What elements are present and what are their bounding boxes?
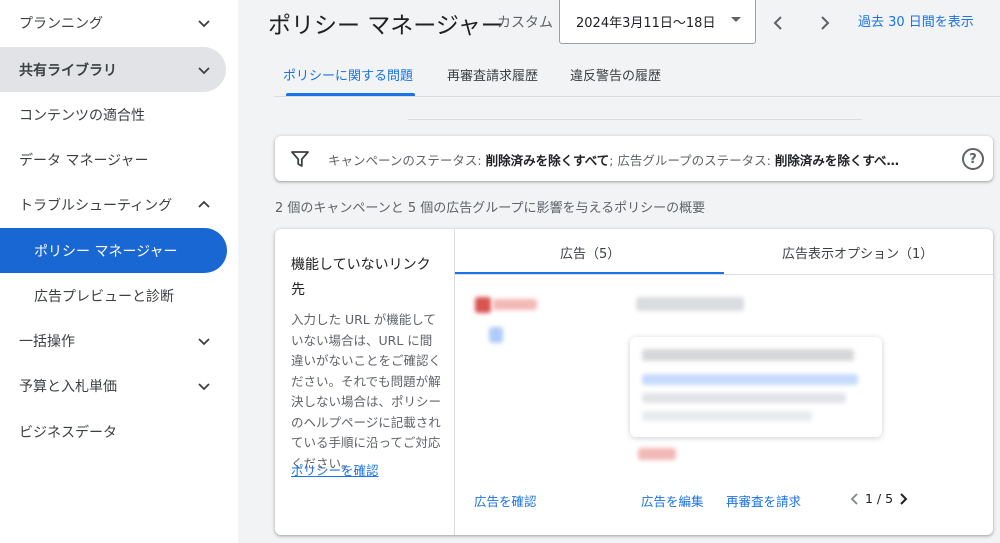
sidebar-item-label: トラブルシューティング <box>19 197 173 214</box>
blurred-content <box>475 297 491 313</box>
blurred-content <box>642 393 846 403</box>
sidebar-item-label: 広告プレビューと診断 <box>34 288 174 305</box>
policy-issue-card: 機能していないリンク先 入力した URL が機能していない場合は、URL に間違… <box>275 229 993 535</box>
main-content: ポリシー マネージャー カスタム 2024年3月11日〜18日 過去 30 日間… <box>238 0 1000 543</box>
issue-description: 入力した URL が機能していない場合は、URL に間違いがないことをご確認くだ… <box>291 312 442 471</box>
page-indicator: 1 / 5 <box>865 491 894 506</box>
view-policy-link[interactable]: ポリシーを確認 <box>291 460 379 479</box>
view-ad-link[interactable]: 広告を確認 <box>474 491 537 510</box>
issue-details: 機能していないリンク先 入力した URL が機能していない場合は、URL に間違… <box>275 229 454 535</box>
sidebar-item-label: ポリシー マネージャー <box>34 243 178 260</box>
blurred-content <box>636 297 744 311</box>
sidebar-item-planning[interactable]: プランニング <box>0 0 226 45</box>
blurred-content <box>493 299 537 310</box>
chevron-up-icon <box>198 200 210 208</box>
previous-period-button[interactable] <box>767 11 791 35</box>
blurred-content <box>638 448 676 460</box>
sidebar-item-label: 予算と入札単価 <box>19 378 117 395</box>
chevron-down-icon <box>198 20 210 28</box>
blurred-content <box>642 349 854 361</box>
chevron-right-icon[interactable] <box>897 492 909 506</box>
tab-strike-history[interactable]: 違反警告の履歴 <box>570 65 661 84</box>
blurred-content <box>642 411 812 421</box>
tabs-divider <box>274 96 1000 97</box>
sidebar-item-bulk-actions[interactable]: 一括操作 <box>0 318 226 363</box>
date-range-type-label: カスタム <box>497 15 553 31</box>
filter-summary: キャンペーンのステータス: 削除済みを除くすべて; 広告グループのステータス: … <box>328 153 900 168</box>
tab-ad-extensions[interactable]: 広告表示オプション（1） <box>782 243 933 262</box>
tab-appeal-history[interactable]: 再審査請求履歴 <box>447 65 538 84</box>
sidebar-item-troubleshooting[interactable]: トラブルシューティング <box>0 182 226 227</box>
sidebar-item-business-data[interactable]: ビジネスデータ <box>0 409 226 454</box>
view-past-30-days-link[interactable]: 過去 30 日間を表示 <box>858 11 974 30</box>
tabs-divider <box>455 274 993 275</box>
chevron-down-icon <box>198 338 210 346</box>
chevron-down-icon <box>198 383 210 391</box>
issue-title: 機能していないリンク先 <box>291 257 431 298</box>
request-review-link[interactable]: 再審査を請求 <box>726 491 801 510</box>
edit-ad-link[interactable]: 広告を編集 <box>641 491 704 510</box>
ad-preview-card <box>630 337 882 437</box>
divider <box>408 119 862 120</box>
chevron-left-icon <box>773 16 782 30</box>
sidebar-item-label: コンテンツの適合性 <box>19 107 145 124</box>
sidebar-item-label: 共有ライブラリ <box>19 62 117 79</box>
sidebar-item-ad-preview[interactable]: 広告プレビューと診断 <box>0 273 226 318</box>
next-period-button[interactable] <box>812 11 836 35</box>
sidebar-item-label: ビジネスデータ <box>19 424 117 441</box>
sidebar-item-content-suitability[interactable]: コンテンツの適合性 <box>0 92 226 137</box>
blurred-content <box>489 327 503 343</box>
sidebar-item-label: 一括操作 <box>19 333 75 350</box>
chevron-left-icon[interactable] <box>849 492 861 506</box>
pagination: 1 / 5 <box>849 491 909 506</box>
filter-bar[interactable]: キャンペーンのステータス: 削除済みを除くすべて; 広告グループのステータス: … <box>275 136 993 181</box>
filter-icon <box>291 151 309 167</box>
tab-ads[interactable]: 広告（5） <box>560 243 620 262</box>
sidebar-item-label: データ マネージャー <box>19 152 149 169</box>
sidebar-item-label: プランニング <box>19 15 103 32</box>
sidebar-item-shared-library[interactable]: 共有ライブラリ <box>0 47 226 92</box>
help-icon[interactable]: ? <box>962 148 984 170</box>
page-title: ポリシー マネージャー <box>268 13 504 39</box>
sidebar-item-data-manager[interactable]: データ マネージャー <box>0 137 226 182</box>
chevron-down-icon <box>198 67 210 75</box>
chevron-right-icon <box>821 16 830 30</box>
dropdown-arrow-icon <box>731 17 741 22</box>
tab-policy-issues[interactable]: ポリシーに関する問題 <box>283 65 413 84</box>
sidebar-item-policy-manager[interactable]: ポリシー マネージャー <box>0 228 227 273</box>
sidebar-item-budgets-bids[interactable]: 予算と入札単価 <box>0 363 226 408</box>
blurred-content <box>642 374 858 385</box>
policy-summary-text: 2 個のキャンペーンと 5 個の広告グループに影響を与えるポリシーの概要 <box>275 201 706 216</box>
date-range-select[interactable]: 2024年3月11日〜18日 <box>559 0 756 44</box>
affected-items: 広告（5） 広告表示オプション（1） 広告を確認 広告を編集 再審査を請求 1 … <box>455 229 993 535</box>
date-range-value: 2024年3月11日〜18日 <box>576 16 716 31</box>
sidebar: プランニング 共有ライブラリ コンテンツの適合性 データ マネージャー トラブル… <box>0 0 238 543</box>
